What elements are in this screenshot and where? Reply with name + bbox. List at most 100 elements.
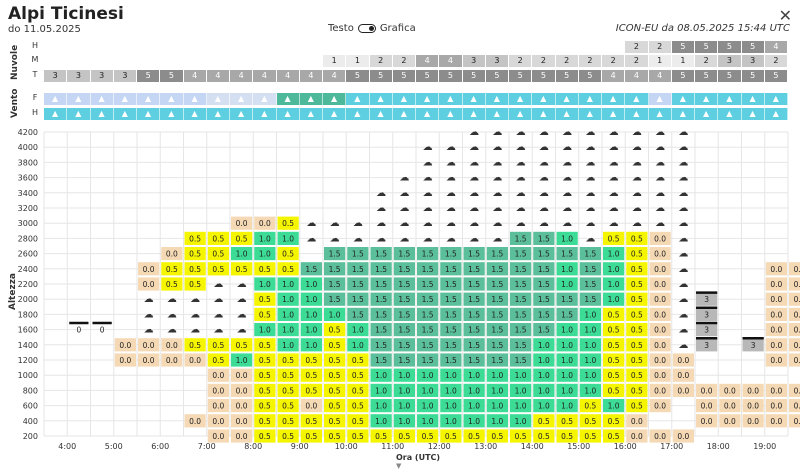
thermal-value: 0.5 <box>631 265 643 274</box>
cloud-icon: ☁ <box>678 173 688 184</box>
cloud-cell: 4 <box>323 70 347 82</box>
thermal-value: 1.5 <box>445 356 457 365</box>
thermal-value: 0.5 <box>631 250 643 259</box>
cloud-icon: ☁ <box>516 157 526 168</box>
thermal-value: 0.5 <box>282 402 294 411</box>
thermal-value: 1.5 <box>375 326 387 335</box>
wind-arrow-icon: ▲ <box>633 94 640 103</box>
cloud-cell <box>346 41 370 53</box>
wind-arrow-icon: ▲ <box>679 109 686 118</box>
cloud-cell: 3 <box>90 70 114 82</box>
wind-row-label: H <box>31 108 38 117</box>
cloud-icon: ☁ <box>609 173 619 184</box>
thermal-chart: 4200400038003600340032003000280026002400… <box>18 128 800 451</box>
thermal-value: 0.5 <box>189 250 201 259</box>
cloud-cell: 1 <box>648 55 672 67</box>
wind-arrow-icon: ▲ <box>726 94 733 103</box>
cloud-icon: ☁ <box>423 218 433 229</box>
cloud-cell <box>253 55 277 67</box>
cloud-cell: 4 <box>183 70 207 82</box>
cloud-icon: ☁ <box>399 173 409 184</box>
cloud-strip: 11224433222222112332 <box>44 55 788 67</box>
thermal-value: 1.0 <box>259 280 271 289</box>
cloud-cell: 2 <box>578 55 602 67</box>
thermal-value: 0.5 <box>584 402 596 411</box>
cloud-icon: ☁ <box>423 157 433 168</box>
thermal-value: 0.0 <box>654 402 666 411</box>
toggle-switch[interactable] <box>357 24 376 33</box>
cloud-icon: ☁ <box>376 218 386 229</box>
cloud-icon: ☁ <box>446 188 456 199</box>
cloud-icon: ☁ <box>678 340 688 351</box>
forecast-window: Alpi Ticinesi do 11.05.2025 ✕ Testo Graf… <box>0 0 800 471</box>
wind-arrow-icon: ▲ <box>261 94 268 103</box>
cloud-icon: ☁ <box>585 142 595 153</box>
wind-arrow-icon: ▲ <box>377 109 384 118</box>
thermal-value: 1.0 <box>282 341 294 350</box>
cloud-cell <box>253 41 277 53</box>
wind-arrow-icon: ▲ <box>121 94 128 103</box>
cloud-icon: ☁ <box>585 188 595 199</box>
view-toggle[interactable]: Testo Grafica <box>328 23 416 34</box>
thermal-value: 1.0 <box>422 371 434 380</box>
wind-cell: ▲ <box>299 93 323 105</box>
y-tick-label: 2000 <box>18 295 38 304</box>
x-tick-label: 13:00 <box>474 442 497 451</box>
thermal-value: 0.5 <box>282 250 294 259</box>
cloud-icon: ☁ <box>678 309 688 320</box>
cloud-icon: ☁ <box>213 325 223 336</box>
wind-arrow-icon: ▲ <box>307 94 314 103</box>
chevron-down-icon[interactable]: ▼ <box>396 462 401 470</box>
cloud-cell: 5 <box>555 70 579 82</box>
cloud-cell: 5 <box>741 70 765 82</box>
cloud-icon: ☁ <box>446 218 456 229</box>
wind-cell: ▲ <box>253 108 277 120</box>
cloud-icon: ☁ <box>516 203 526 214</box>
wind-arrow-icon: ▲ <box>424 94 431 103</box>
wind-arrow-icon: ▲ <box>52 109 59 118</box>
thermal-value: 0.0 <box>770 386 782 395</box>
cloud-cell <box>439 41 463 53</box>
thermal-value: 0.0 <box>701 402 713 411</box>
x-tick-label: 18:00 <box>707 442 730 451</box>
cloud-icon: ☁ <box>632 218 642 229</box>
cloud-icon: ☁ <box>562 218 572 229</box>
thermal-value: 1.5 <box>468 295 480 304</box>
thermal-value: 1.0 <box>259 326 271 335</box>
wind-arrow-icon: ▲ <box>261 109 268 118</box>
thermal-value: 1.0 <box>236 356 248 365</box>
cloud-icon: ☁ <box>632 142 642 153</box>
wind-arrow-icon: ▲ <box>772 94 779 103</box>
thermal-value: 1.5 <box>329 265 341 274</box>
thermal-value: 0.5 <box>259 265 271 274</box>
cloud-icon: ☁ <box>562 188 572 199</box>
wind-cell: ▲ <box>392 108 416 120</box>
thermal-value: 0.5 <box>608 432 620 441</box>
wind-cell: ▲ <box>532 93 556 105</box>
thermal-value: 1.5 <box>515 341 527 350</box>
cloud-icon: ☁ <box>469 173 479 184</box>
x-tick-label: 19:00 <box>753 442 776 451</box>
wind-arrow-icon: ▲ <box>493 94 500 103</box>
thermal-value: 1.0 <box>445 417 457 426</box>
thermal-value: 0.0 <box>701 417 713 426</box>
y-tick-label: 3200 <box>18 204 38 213</box>
cloud-icon: ☁ <box>516 128 526 138</box>
thermal-value: 0.5 <box>631 326 643 335</box>
thermal-value: 0.5 <box>329 371 341 380</box>
thermal-value: 0.5 <box>608 341 620 350</box>
cloud-cell <box>160 55 184 67</box>
wind-arrow-icon: ▲ <box>168 94 175 103</box>
cloud-icon: ☁ <box>632 188 642 199</box>
cloud-cell: 5 <box>369 70 393 82</box>
cloud-icon: ☁ <box>423 188 433 199</box>
cloud-cell: 4 <box>764 41 788 53</box>
thermal-value: 1.0 <box>398 417 410 426</box>
thermal-value: 1.0 <box>236 250 248 259</box>
thermal-value: 0.5 <box>282 386 294 395</box>
thermal-value: 1.0 <box>422 402 434 411</box>
thermal-value: 0.5 <box>259 310 271 319</box>
thermal-value: 1.5 <box>352 280 364 289</box>
wind-cell: ▲ <box>230 93 254 105</box>
cloud-cell: 5 <box>462 70 486 82</box>
